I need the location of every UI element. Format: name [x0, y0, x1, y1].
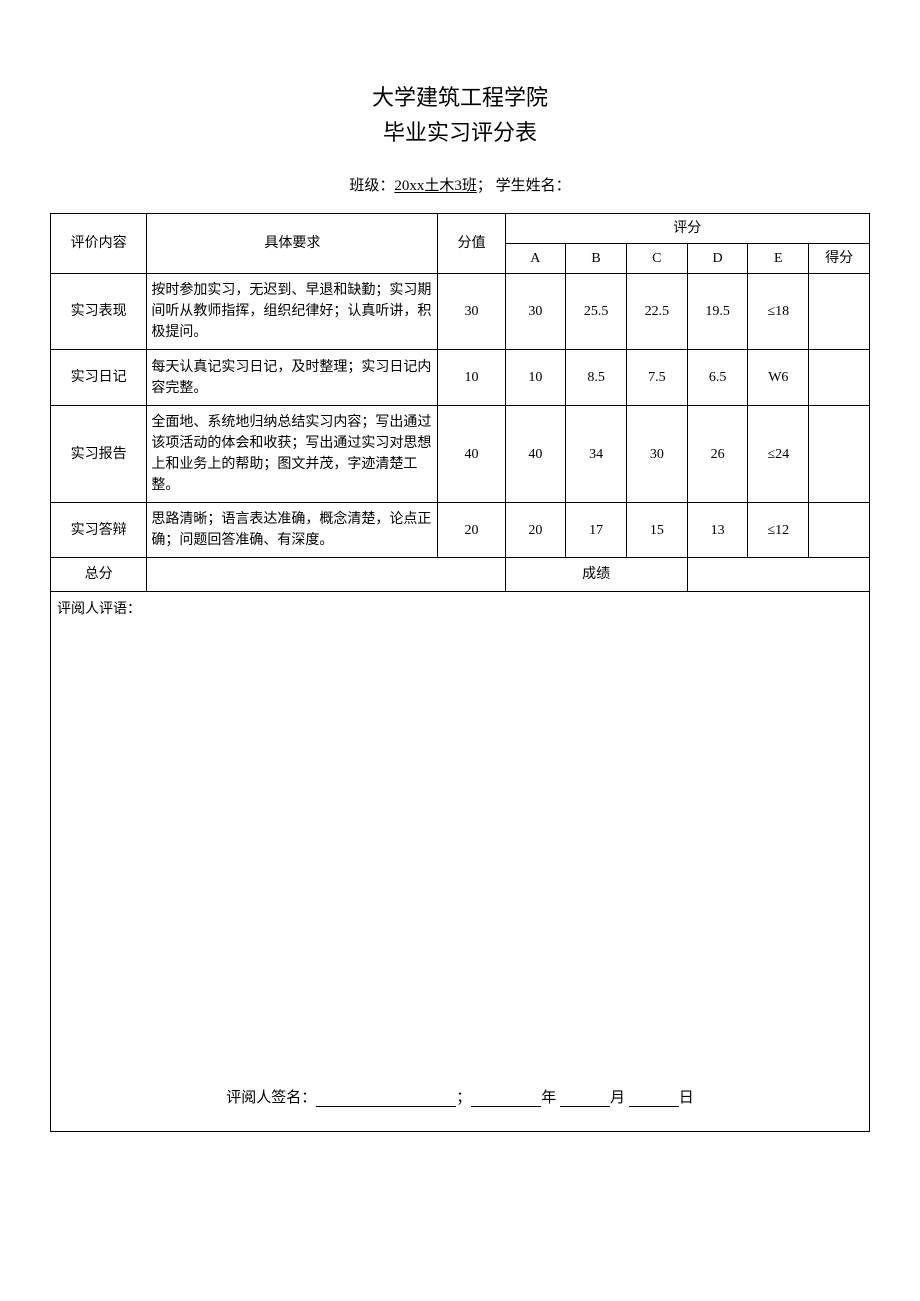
month-blank: [560, 1091, 610, 1108]
cell-d: 26: [687, 406, 748, 503]
class-student-line: 班级：20xx土木3班； 学生姓名：: [50, 174, 870, 195]
row-name: 实习日记: [51, 350, 147, 406]
day-blank: [629, 1091, 679, 1108]
row-name: 实习表现: [51, 274, 147, 350]
day-label: 日: [679, 1090, 694, 1106]
table-row: 实习答辩 思路清晰；语言表达准确，概念清楚，论点正确；问题回答准确、有深度。 2…: [51, 503, 870, 558]
row-name: 实习答辩: [51, 503, 147, 558]
cell-e: ≤12: [748, 503, 809, 558]
cell-a: 30: [505, 274, 566, 350]
total-row: 总分 成绩: [51, 558, 870, 592]
table-row: 实习表现 按时参加实习，无迟到、早退和缺勤；实习期间听从教师指挥，组织纪律好；认…: [51, 274, 870, 350]
header-scoring: 评分: [505, 214, 870, 244]
cell-b: 8.5: [566, 350, 627, 406]
cell-c: 7.5: [626, 350, 687, 406]
row-score: 10: [438, 350, 505, 406]
scoring-table: 评价内容 具体要求 分值 评分 A B C D E 得分 实习表现 按时参加实习…: [50, 213, 870, 592]
row-req: 思路清晰；语言表达准确，概念清楚，论点正确；问题回答准确、有深度。: [147, 503, 438, 558]
signature-blank: [316, 1091, 456, 1108]
table-row: 实习报告 全面地、系统地归纳总结实习内容；写出通过该项活动的体会和收获；写出通过…: [51, 406, 870, 503]
institute-title: 大学建筑工程学院: [50, 80, 870, 115]
header-score-value: 分值: [438, 214, 505, 274]
cell-a: 40: [505, 406, 566, 503]
cell-b: 34: [566, 406, 627, 503]
document-title-block: 大学建筑工程学院 毕业实习评分表: [50, 80, 870, 150]
cell-d: 13: [687, 503, 748, 558]
header-grade-e: E: [748, 244, 809, 274]
comments-label: 评阅人评语：: [57, 598, 141, 618]
header-row-1: 评价内容 具体要求 分值 评分: [51, 214, 870, 244]
cell-a: 10: [505, 350, 566, 406]
cell-c: 15: [626, 503, 687, 558]
year-blank: [471, 1091, 541, 1108]
total-label: 总分: [51, 558, 147, 592]
cell-a: 20: [505, 503, 566, 558]
signature-line: 评阅人签名：；年 月 日: [51, 1086, 869, 1107]
cell-e: W6: [748, 350, 809, 406]
table-row: 实习日记 每天认真记实习日记，及时整理；实习日记内容完整。 10 10 8.5 …: [51, 350, 870, 406]
cell-e: ≤18: [748, 274, 809, 350]
header-grade-d: D: [687, 244, 748, 274]
header-requirements: 具体要求: [147, 214, 438, 274]
header-grade-b: B: [566, 244, 627, 274]
cell-b: 25.5: [566, 274, 627, 350]
header-grade-c: C: [626, 244, 687, 274]
cell-defen: [809, 274, 870, 350]
cell-defen: [809, 503, 870, 558]
grade-value-cell: [687, 558, 869, 592]
cell-b: 17: [566, 503, 627, 558]
form-title: 毕业实习评分表: [50, 115, 870, 150]
class-label: 班级：: [349, 178, 394, 194]
reviewer-comments-box: 评阅人评语： 评阅人签名：；年 月 日: [50, 592, 870, 1132]
total-value-cell: [147, 558, 505, 592]
grade-label: 成绩: [505, 558, 687, 592]
cell-defen: [809, 350, 870, 406]
signature-prefix: 评阅人签名：: [226, 1090, 316, 1106]
row-name: 实习报告: [51, 406, 147, 503]
row-score: 30: [438, 274, 505, 350]
header-defen: 得分: [809, 244, 870, 274]
class-value: 20xx土木3班: [394, 178, 477, 194]
row-req: 每天认真记实习日记，及时整理；实习日记内容完整。: [147, 350, 438, 406]
cell-d: 19.5: [687, 274, 748, 350]
cell-c: 30: [626, 406, 687, 503]
header-eval-content: 评价内容: [51, 214, 147, 274]
cell-c: 22.5: [626, 274, 687, 350]
student-name-label: 学生姓名：: [496, 178, 571, 194]
cell-d: 6.5: [687, 350, 748, 406]
separator: ；: [477, 178, 492, 194]
row-req: 全面地、系统地归纳总结实习内容；写出通过该项活动的体会和收获；写出通过实习对思想…: [147, 406, 438, 503]
row-score: 20: [438, 503, 505, 558]
row-score: 40: [438, 406, 505, 503]
year-label: 年: [541, 1090, 556, 1106]
month-label: 月: [610, 1090, 625, 1106]
row-req: 按时参加实习，无迟到、早退和缺勤；实习期间听从教师指挥，组织纪律好；认真听讲，积…: [147, 274, 438, 350]
header-grade-a: A: [505, 244, 566, 274]
cell-defen: [809, 406, 870, 503]
cell-e: ≤24: [748, 406, 809, 503]
